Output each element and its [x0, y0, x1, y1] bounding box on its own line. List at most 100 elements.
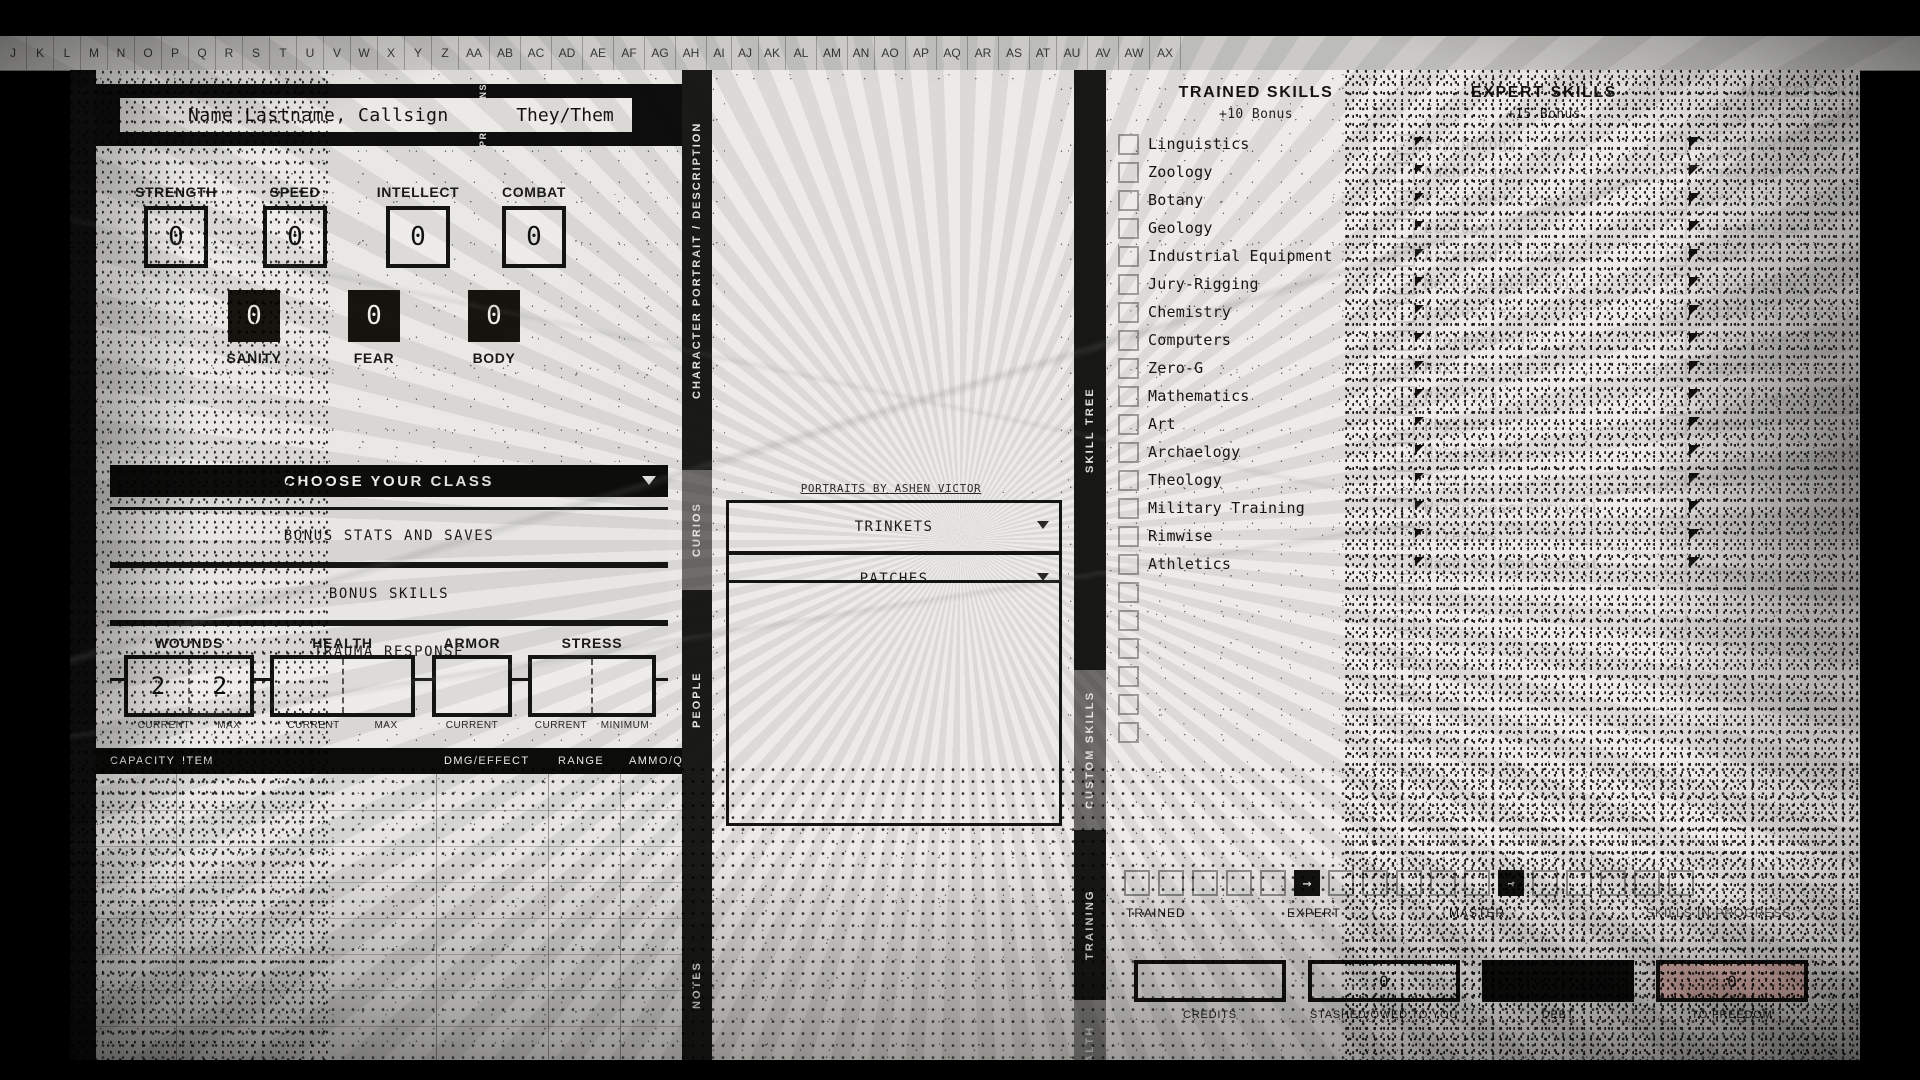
column-header-v[interactable]: V [324, 36, 351, 70]
skill-row-empty[interactable] [1666, 522, 1860, 550]
skill-row-empty[interactable] [1394, 634, 1694, 662]
skill-checkbox[interactable] [1118, 161, 1139, 183]
skill-row[interactable]: Zoology [1118, 158, 1424, 186]
skill-row-empty[interactable] [1394, 578, 1694, 606]
progress-gate-master-arrow-icon[interactable]: → [1498, 870, 1524, 896]
skill-checkbox[interactable] [1394, 637, 1415, 659]
skill-row[interactable]: Ecology [1394, 214, 1700, 242]
skill-row[interactable]: Artificial Intelligence [1666, 298, 1860, 326]
progress-box-trained[interactable] [1226, 870, 1252, 896]
skill-checkbox[interactable] [1118, 329, 1139, 351]
skill-row-empty[interactable] [1118, 690, 1418, 718]
skill-row[interactable]: Athletics [1118, 550, 1424, 578]
column-header-ax[interactable]: AX [1150, 36, 1181, 70]
skill-row[interactable]: Field Medicine [1394, 186, 1700, 214]
progress-box-master[interactable] [1634, 870, 1660, 896]
skill-checkbox[interactable] [1394, 413, 1415, 435]
rail-tab-custom-skills[interactable]: CUSTOM SKILLS [1074, 670, 1106, 830]
skill-row[interactable]: Piloting [1394, 382, 1700, 410]
skill-checkbox[interactable] [1666, 245, 1687, 267]
skill-checkbox[interactable] [1666, 553, 1687, 575]
skill-checkbox[interactable] [1118, 665, 1139, 687]
skill-checkbox[interactable] [1118, 357, 1139, 379]
skill-checkbox[interactable] [1666, 469, 1687, 491]
column-header-ao[interactable]: AO [875, 36, 906, 70]
skill-checkbox[interactable] [1666, 357, 1687, 379]
skill-row[interactable]: Zero-G [1118, 354, 1424, 382]
stress-minimum-input[interactable] [591, 659, 652, 713]
column-header-x[interactable]: X [378, 36, 405, 70]
skill-checkbox[interactable] [1118, 413, 1139, 435]
column-header-au[interactable]: AU [1057, 36, 1088, 70]
progress-box-master[interactable] [1532, 870, 1558, 896]
progress-box-master[interactable] [1668, 870, 1694, 896]
skill-row-empty[interactable] [1394, 718, 1694, 746]
skill-checkbox[interactable] [1118, 609, 1139, 631]
skill-row-empty[interactable] [1666, 550, 1860, 578]
skill-checkbox[interactable] [1118, 721, 1139, 743]
rail-tab-notes[interactable]: NOTES [682, 930, 712, 1040]
skill-checkbox[interactable] [1666, 273, 1687, 295]
health-boxes[interactable] [270, 655, 415, 717]
skill-progress-track[interactable]: → → [1124, 870, 1842, 896]
skill-checkbox[interactable] [1666, 441, 1687, 463]
skill-checkbox[interactable] [1394, 581, 1415, 603]
save-value-input[interactable]: 0 [228, 290, 280, 342]
skill-row-empty[interactable] [1666, 466, 1860, 494]
wounds-current-input[interactable]: 2 [128, 659, 188, 713]
credits-input[interactable] [1134, 960, 1286, 1002]
skill-checkbox[interactable] [1666, 189, 1687, 211]
column-header-m[interactable]: M [81, 36, 108, 70]
skill-checkbox[interactable] [1118, 693, 1139, 715]
column-header-aq[interactable]: AQ [937, 36, 968, 70]
character-name-input[interactable]: Name Lastname, Callsign [120, 98, 530, 132]
stashed-input[interactable]: 0 [1308, 960, 1460, 1002]
skill-checkbox[interactable] [1666, 637, 1687, 659]
skill-row[interactable]: Exobiology [1666, 382, 1860, 410]
skill-row[interactable]: Robotics [1666, 242, 1860, 270]
column-header-ab[interactable]: AB [490, 36, 521, 70]
skill-row[interactable]: Computers [1118, 326, 1424, 354]
progress-box-trained[interactable] [1260, 870, 1286, 896]
skill-row[interactable]: Hyperspace [1666, 326, 1860, 354]
middle-lower-pane[interactable] [726, 580, 1062, 826]
skill-checkbox[interactable] [1118, 525, 1139, 547]
skill-row[interactable]: Mysticism [1394, 438, 1700, 466]
skill-checkbox[interactable] [1394, 665, 1415, 687]
skill-row[interactable]: Tactics [1394, 466, 1700, 494]
skill-checkbox[interactable] [1118, 217, 1139, 239]
skill-row[interactable]: Psychology [1394, 130, 1700, 158]
skill-checkbox[interactable] [1666, 525, 1687, 547]
skill-row-empty[interactable] [1666, 606, 1860, 634]
skill-row[interactable]: Cybernetics [1666, 214, 1860, 242]
column-header-am[interactable]: AM [817, 36, 848, 70]
column-header-j[interactable]: J [0, 36, 27, 70]
rail-tab-skill-tree[interactable]: SKILL TREE [1074, 360, 1106, 500]
skill-checkbox[interactable] [1394, 553, 1415, 575]
skill-row[interactable]: Firearms [1394, 522, 1700, 550]
column-header-z[interactable]: Z [432, 36, 459, 70]
rail-tab-curios[interactable]: CURIOS [682, 470, 712, 590]
stat-value-input[interactable]: 0 [144, 206, 208, 268]
skill-checkbox[interactable] [1666, 217, 1687, 239]
skill-row[interactable]: Surgery [1666, 186, 1860, 214]
skill-checkbox[interactable] [1394, 245, 1415, 267]
armor-current-input[interactable] [436, 659, 508, 713]
skill-checkbox[interactable] [1394, 469, 1415, 491]
column-header-l[interactable]: L [54, 36, 81, 70]
skill-row[interactable]: Wilderness Survival [1394, 494, 1700, 522]
skill-checkbox[interactable] [1666, 329, 1687, 351]
skill-checkbox[interactable] [1118, 133, 1139, 155]
skill-row[interactable]: Art [1118, 410, 1424, 438]
progress-box-expert[interactable] [1464, 870, 1490, 896]
inventory-table[interactable] [96, 774, 682, 1060]
skill-row[interactable]: Hacking [1394, 354, 1700, 382]
skill-checkbox[interactable] [1394, 329, 1415, 351]
skill-checkbox[interactable] [1394, 497, 1415, 519]
skill-checkbox[interactable] [1394, 301, 1415, 323]
stress-boxes[interactable] [528, 655, 656, 717]
skill-checkbox[interactable] [1118, 385, 1139, 407]
column-header-ai[interactable]: AI [707, 36, 732, 70]
stat-value-input[interactable]: 0 [386, 206, 450, 268]
skill-row-empty[interactable] [1118, 718, 1418, 746]
